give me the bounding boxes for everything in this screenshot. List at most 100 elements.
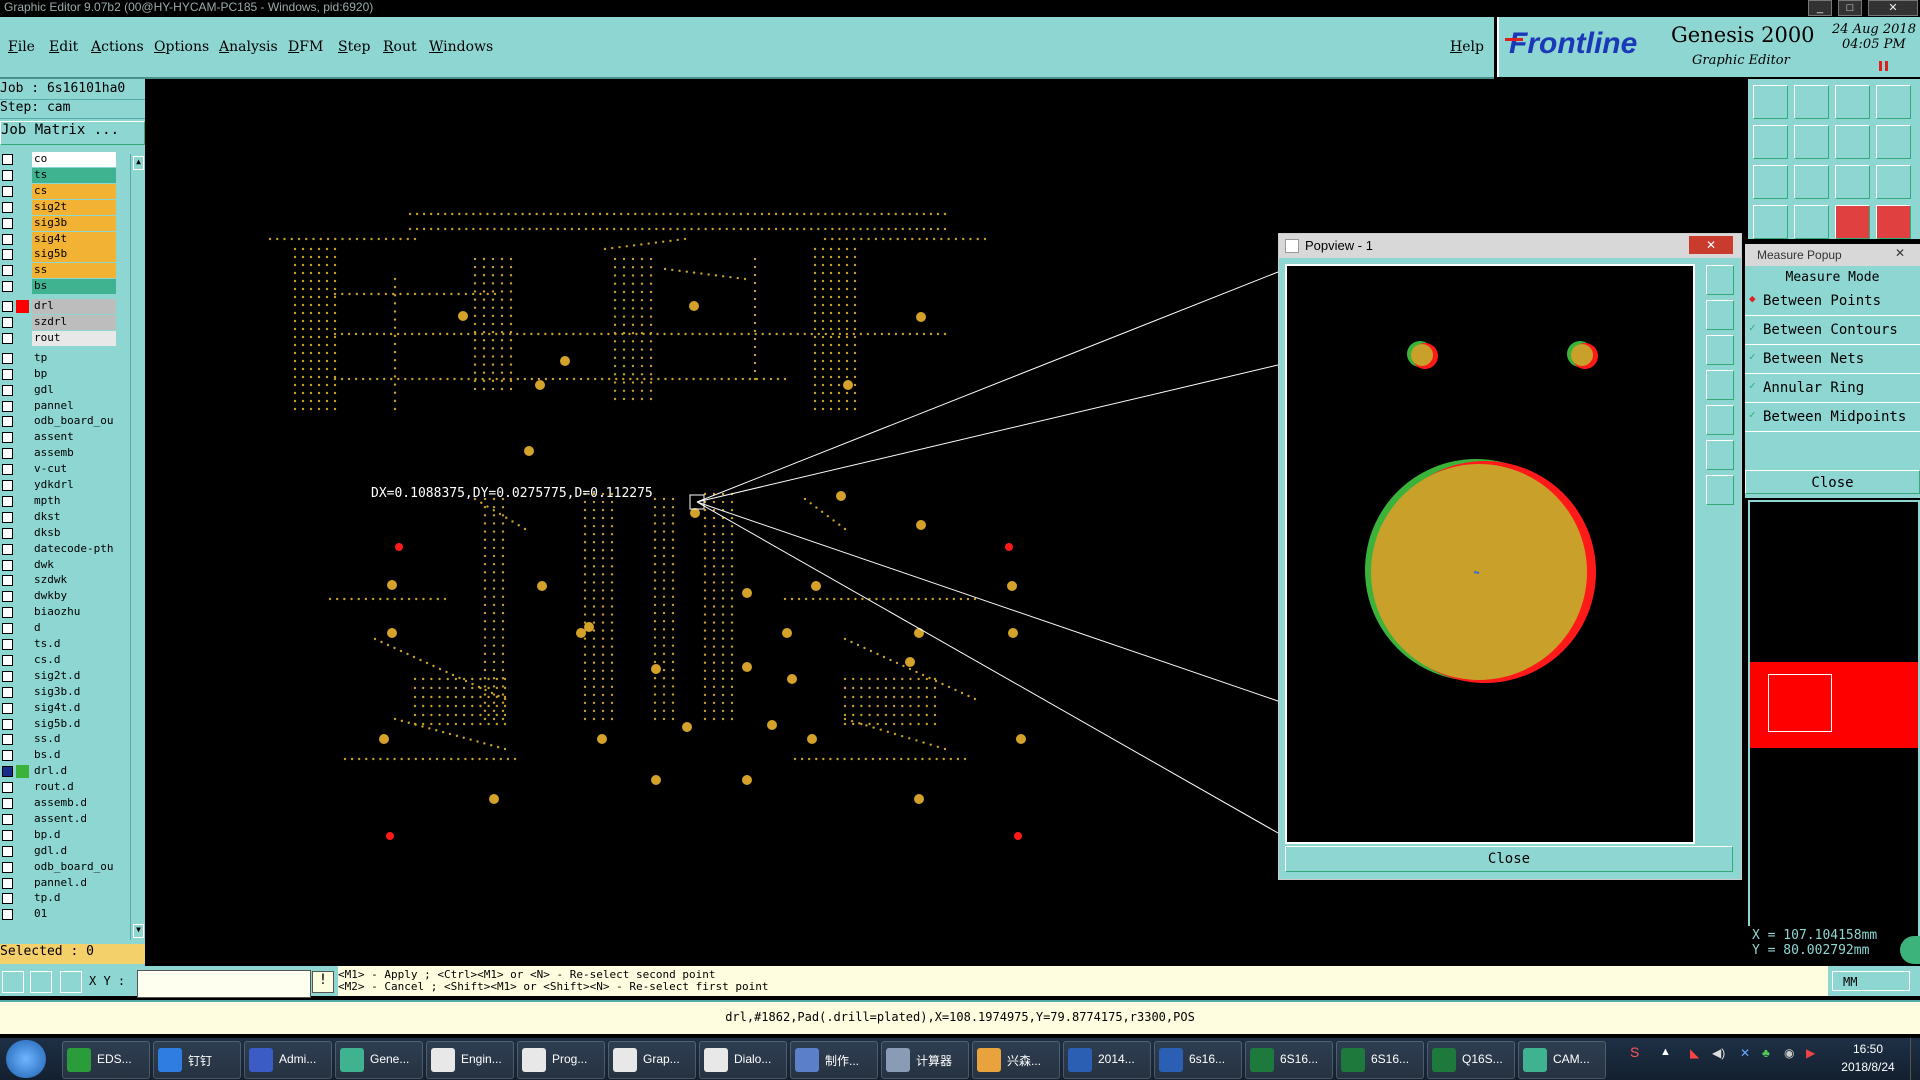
layer-row[interactable]: dksb: [0, 525, 118, 541]
layer-checkbox[interactable]: [2, 861, 13, 873]
layer-checkbox[interactable]: [2, 281, 13, 293]
layer-color-swatch[interactable]: [16, 558, 29, 572]
popview-tool-3[interactable]: [1706, 335, 1734, 365]
tray-app-icon[interactable]: ◣: [1690, 1046, 1699, 1060]
layer-row[interactable]: bp: [0, 366, 118, 382]
popview-tool-5[interactable]: [1706, 405, 1734, 435]
layer-row[interactable]: assent.d: [0, 811, 118, 827]
layer-color-swatch[interactable]: [16, 447, 29, 461]
grid-tool-icon[interactable]: [60, 971, 82, 993]
layer-checkbox[interactable]: [2, 718, 13, 730]
layer-row[interactable]: cs: [0, 183, 118, 199]
layer-color-swatch[interactable]: [16, 717, 29, 731]
layer-color-swatch[interactable]: [16, 828, 29, 842]
show-desktop-button[interactable]: [1910, 1038, 1920, 1080]
menu-dfm[interactable]: DFM: [288, 39, 323, 55]
layer-color-swatch[interactable]: [16, 669, 29, 683]
layer-name[interactable]: sig5b.d: [32, 716, 116, 732]
layer-checkbox[interactable]: [2, 464, 13, 476]
measure-mode-between-contours[interactable]: ✓ Between Contours: [1745, 317, 1920, 345]
layer-row[interactable]: bp.d: [0, 827, 118, 843]
layer-row[interactable]: odb_board_ou: [0, 859, 118, 875]
measure-mode-between-points[interactable]: ◆ Between Points: [1745, 288, 1920, 316]
layer-checkbox[interactable]: [2, 750, 13, 762]
layer-color-swatch[interactable]: [16, 526, 29, 540]
layer-color-swatch[interactable]: [16, 300, 29, 314]
popview-tool-4[interactable]: [1706, 370, 1734, 400]
layer-row[interactable]: bs.d: [0, 748, 118, 764]
layer-color-swatch[interactable]: [16, 316, 29, 329]
layer-name[interactable]: sig3b: [32, 215, 116, 231]
layer-name[interactable]: gdl: [32, 382, 116, 398]
layer-color-swatch[interactable]: [16, 463, 29, 477]
volume-icon[interactable]: ◀): [1712, 1046, 1725, 1060]
mirror-icon[interactable]: [1835, 125, 1870, 159]
layer-checkbox[interactable]: [2, 670, 13, 682]
popview-tool-2[interactable]: [1706, 300, 1734, 330]
measure-mode-annular-ring[interactable]: ✓ Annular Ring: [1745, 375, 1920, 403]
flag-icon[interactable]: ▶: [1806, 1046, 1815, 1060]
layer-checkbox[interactable]: [2, 368, 13, 380]
layer-color-swatch[interactable]: [16, 844, 29, 858]
taskbar-item[interactable]: 6s16...: [1154, 1041, 1242, 1079]
measure-mode-between-nets[interactable]: ✓ Between Nets: [1745, 346, 1920, 374]
layer-color-swatch[interactable]: [16, 264, 29, 278]
layer-color-swatch[interactable]: [16, 248, 29, 262]
tray-arrow-icon[interactable]: ▲: [1660, 1046, 1671, 1058]
layer-name[interactable]: d: [32, 621, 116, 637]
layer-row[interactable]: pannel.d: [0, 875, 118, 891]
layer-name[interactable]: dwkby: [32, 589, 116, 605]
layer-row[interactable]: sig2t.d: [0, 668, 118, 684]
layer-checkbox[interactable]: [2, 686, 13, 698]
security-icon[interactable]: ◉: [1784, 1046, 1794, 1060]
layer-color-swatch[interactable]: [16, 574, 29, 588]
taskbar-item[interactable]: 计算器: [881, 1041, 969, 1079]
layer-color-swatch[interactable]: [16, 876, 29, 890]
tray-green-icon[interactable]: ♣: [1762, 1046, 1770, 1060]
layer-row[interactable]: bs: [0, 279, 118, 295]
measure-mode-between-midpoints[interactable]: ✓ Between Midpoints: [1745, 404, 1920, 432]
layer-name[interactable]: cs: [32, 183, 116, 199]
layer-row[interactable]: sig3b.d: [0, 684, 118, 700]
side-badge-icon[interactable]: [1900, 936, 1920, 964]
layer-row[interactable]: sig5b: [0, 247, 118, 263]
popview-canvas[interactable]: [1285, 264, 1695, 844]
layer-name[interactable]: rout: [32, 330, 116, 346]
layer-name[interactable]: bs.d: [32, 748, 116, 764]
units-select[interactable]: MM: [1832, 971, 1910, 991]
layer-checkbox[interactable]: [2, 702, 13, 714]
layer-name[interactable]: sig5b: [32, 247, 116, 263]
measure-close-button[interactable]: Close: [1745, 470, 1920, 494]
layer-row[interactable]: dwkby: [0, 589, 118, 605]
taskbar-item[interactable]: 制作...: [790, 1041, 878, 1079]
layer-name[interactable]: dwk: [32, 557, 116, 573]
layer-checkbox[interactable]: [2, 217, 13, 229]
snap-icon[interactable]: [1753, 205, 1788, 239]
layer-color-swatch[interactable]: [16, 606, 29, 620]
layer-row[interactable]: sig2t: [0, 199, 118, 215]
close-window-button[interactable]: ✕: [1868, 0, 1918, 16]
popview-tool-1[interactable]: [1706, 265, 1734, 295]
layer-color-swatch[interactable]: [16, 479, 29, 492]
layer-checkbox[interactable]: [2, 766, 13, 778]
layer-name[interactable]: tp: [32, 350, 116, 366]
taskbar-item[interactable]: CAM...: [1518, 1041, 1606, 1079]
layer-row[interactable]: sig3b: [0, 215, 118, 231]
scroll-up-icon[interactable]: ▲: [133, 156, 144, 170]
pan-left-icon[interactable]: [1753, 125, 1788, 159]
layer-checkbox[interactable]: [2, 233, 13, 245]
layer-name[interactable]: assent: [32, 430, 116, 446]
taskbar-item[interactable]: EDS...: [62, 1041, 150, 1079]
info-icon[interactable]: !: [312, 971, 334, 993]
layer-color-swatch[interactable]: [16, 638, 29, 651]
layer-name[interactable]: szdwk: [32, 573, 116, 589]
layer-row[interactable]: ss: [0, 263, 118, 279]
layer-row[interactable]: biaozhu: [0, 605, 118, 621]
layer-row[interactable]: drl: [0, 299, 118, 315]
layer-color-swatch[interactable]: [16, 701, 29, 715]
layer-name[interactable]: ts.d: [32, 637, 116, 652]
layer-color-swatch[interactable]: [16, 431, 29, 445]
layer-checkbox[interactable]: [2, 845, 13, 857]
layer-row[interactable]: assent: [0, 430, 118, 446]
layer-name[interactable]: ydkdrl: [32, 478, 116, 493]
